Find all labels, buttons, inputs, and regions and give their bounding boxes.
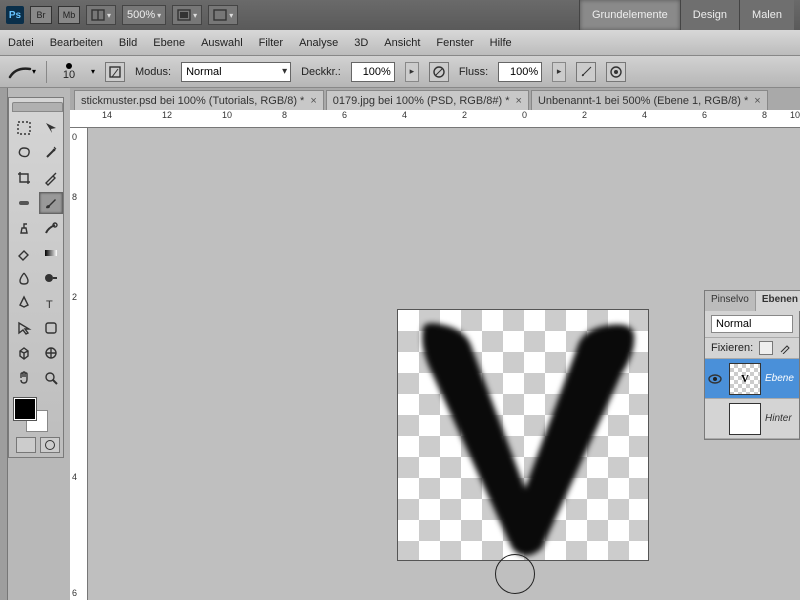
menu-auswahl[interactable]: Auswahl bbox=[201, 37, 243, 49]
brush-panel-toggle[interactable] bbox=[105, 62, 125, 82]
painted-v-shape bbox=[398, 310, 648, 560]
flow-label: Fluss: bbox=[459, 66, 488, 78]
menu-3d[interactable]: 3D bbox=[354, 37, 368, 49]
menu-datei[interactable]: Datei bbox=[8, 37, 34, 49]
modus-label: Modus: bbox=[135, 66, 171, 78]
type-tool[interactable]: T bbox=[39, 292, 63, 314]
toolbox: T bbox=[8, 97, 64, 458]
close-icon[interactable]: × bbox=[516, 95, 522, 107]
hand-tool[interactable] bbox=[12, 367, 36, 389]
flow-flyout[interactable]: ▸ bbox=[552, 62, 566, 82]
layers-panel: Pinselvo Ebenen Normal Fixieren: V Ebene… bbox=[704, 290, 800, 440]
blur-tool[interactable] bbox=[12, 267, 36, 289]
bridge-button[interactable]: Br bbox=[30, 6, 52, 24]
layer-thumbnail[interactable] bbox=[729, 403, 761, 435]
menu-filter[interactable]: Filter bbox=[259, 37, 283, 49]
healing-brush-tool[interactable] bbox=[12, 192, 36, 214]
app-bar: Ps Br Mb ▾ 500%▾ ▾ ▾ Grundelemente Desig… bbox=[0, 0, 800, 30]
shape-tool[interactable] bbox=[39, 317, 63, 339]
blend-mode-select[interactable]: Normal bbox=[181, 62, 291, 82]
menu-bild[interactable]: Bild bbox=[119, 37, 137, 49]
layer-row-hintergrund[interactable]: Hinter bbox=[705, 399, 799, 439]
history-brush-tool[interactable] bbox=[39, 217, 63, 239]
visibility-eye-icon[interactable] bbox=[705, 374, 725, 384]
tab-unbenannt[interactable]: Unbenannt-1 bei 500% (Ebene 1, RGB/8) *× bbox=[531, 90, 768, 110]
menu-analyse[interactable]: Analyse bbox=[299, 37, 338, 49]
brush-size-preview[interactable]: 10 bbox=[57, 63, 81, 81]
menu-ansicht[interactable]: Ansicht bbox=[384, 37, 420, 49]
marquee-tool[interactable] bbox=[12, 117, 36, 139]
tab-stickmuster[interactable]: stickmuster.psd bei 100% (Tutorials, RGB… bbox=[74, 90, 324, 110]
eyedropper-tool[interactable] bbox=[39, 167, 63, 189]
tool-preset-picker[interactable]: ▾ bbox=[8, 61, 36, 83]
brush-tool[interactable] bbox=[39, 192, 63, 214]
size-pressure-toggle[interactable] bbox=[606, 62, 626, 82]
menu-bar: Datei Bearbeiten Bild Ebene Auswahl Filt… bbox=[0, 30, 800, 56]
document-canvas[interactable] bbox=[397, 309, 649, 561]
3d-tool[interactable] bbox=[12, 342, 36, 364]
opacity-flyout[interactable]: ▸ bbox=[405, 62, 419, 82]
flow-input[interactable]: 100% bbox=[498, 62, 542, 82]
close-icon[interactable]: × bbox=[310, 95, 316, 107]
lasso-tool[interactable] bbox=[12, 142, 36, 164]
dodge-tool[interactable] bbox=[39, 267, 63, 289]
foreground-color-swatch[interactable] bbox=[14, 398, 36, 420]
path-selection-tool[interactable] bbox=[12, 317, 36, 339]
layer-blend-mode-select[interactable]: Normal bbox=[711, 315, 793, 333]
gradient-tool[interactable] bbox=[39, 242, 63, 264]
menu-bearbeiten[interactable]: Bearbeiten bbox=[50, 37, 103, 49]
airbrush-toggle[interactable] bbox=[576, 62, 596, 82]
arrange-documents-button[interactable]: ▾ bbox=[86, 5, 116, 25]
zoom-tool[interactable] bbox=[39, 367, 63, 389]
menu-hilfe[interactable]: Hilfe bbox=[490, 37, 512, 49]
toolbox-grip[interactable] bbox=[12, 102, 63, 112]
extras-button[interactable]: ▾ bbox=[208, 5, 238, 25]
pen-tool[interactable] bbox=[12, 292, 36, 314]
lock-pixels-icon[interactable] bbox=[779, 342, 791, 354]
tab-0179[interactable]: 0179.jpg bei 100% (PSD, RGB/8#) *× bbox=[326, 90, 529, 110]
panel-tab-pinsel[interactable]: Pinselvo bbox=[705, 291, 756, 311]
svg-text:T: T bbox=[46, 299, 53, 311]
layer-name[interactable]: Ebene bbox=[765, 373, 799, 384]
vertical-ruler[interactable]: 0 8 2 4 6 bbox=[70, 128, 88, 600]
menu-ebene[interactable]: Ebene bbox=[153, 37, 185, 49]
ps-logo-icon: Ps bbox=[6, 6, 24, 24]
lock-label: Fixieren: bbox=[711, 342, 753, 354]
mini-bridge-button[interactable]: Mb bbox=[58, 6, 80, 24]
document-tabs: stickmuster.psd bei 100% (Tutorials, RGB… bbox=[70, 88, 800, 110]
3d-camera-tool[interactable] bbox=[39, 342, 63, 364]
left-dock-rail[interactable] bbox=[0, 88, 8, 600]
workspace-design[interactable]: Design bbox=[680, 0, 739, 30]
options-bar: ▾ 10 ▾ Modus: Normal Deckkr.: 100% ▸ Flu… bbox=[0, 56, 800, 88]
workspace-grundelemente[interactable]: Grundelemente bbox=[579, 0, 680, 30]
horizontal-ruler[interactable]: 14 12 10 8 6 4 2 0 2 4 6 8 10 bbox=[70, 110, 800, 128]
crop-tool[interactable] bbox=[12, 167, 36, 189]
opacity-pressure-toggle[interactable] bbox=[429, 62, 449, 82]
panel-tab-ebenen[interactable]: Ebenen bbox=[756, 291, 800, 311]
layer-row-ebene1[interactable]: V Ebene bbox=[705, 359, 799, 399]
opacity-label: Deckkr.: bbox=[301, 66, 341, 78]
brush-cursor-icon bbox=[495, 554, 535, 594]
canvas-area[interactable] bbox=[88, 128, 800, 600]
zoom-level-dropdown[interactable]: 500%▾ bbox=[122, 5, 166, 25]
clone-stamp-tool[interactable] bbox=[12, 217, 36, 239]
color-swatches[interactable] bbox=[12, 396, 63, 432]
screen-mode-button[interactable]: ▾ bbox=[172, 5, 202, 25]
workspace-malen[interactable]: Malen bbox=[739, 0, 794, 30]
layer-name[interactable]: Hinter bbox=[765, 413, 799, 424]
menu-fenster[interactable]: Fenster bbox=[436, 37, 473, 49]
standard-mode-button[interactable] bbox=[16, 437, 36, 453]
move-tool[interactable] bbox=[39, 117, 63, 139]
close-icon[interactable]: × bbox=[754, 95, 760, 107]
magic-wand-tool[interactable] bbox=[39, 142, 63, 164]
eraser-tool[interactable] bbox=[12, 242, 36, 264]
lock-transparency-icon[interactable] bbox=[759, 341, 773, 355]
layer-thumbnail[interactable]: V bbox=[729, 363, 761, 395]
opacity-input[interactable]: 100% bbox=[351, 62, 395, 82]
quick-mask-button[interactable] bbox=[40, 437, 60, 453]
